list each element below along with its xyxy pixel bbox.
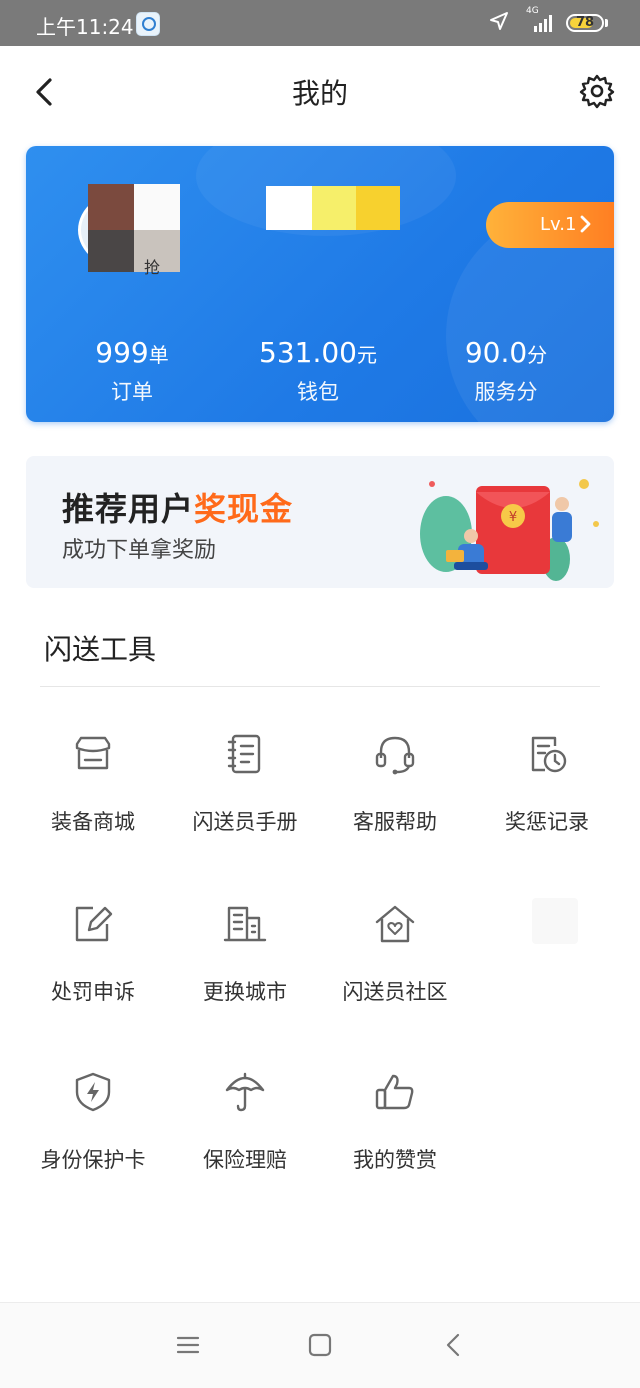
tool-label: 闪送员手册 [192, 810, 298, 834]
tool-label: 闪送员社区 [342, 980, 448, 1004]
avatar-pixel [88, 184, 134, 230]
tool-label: 客服帮助 [353, 810, 437, 834]
tool-label: 更换城市 [203, 980, 287, 1004]
stat-value: 531.00 [259, 336, 357, 369]
home-square-icon[interactable] [304, 1331, 336, 1359]
menu-icon[interactable] [172, 1331, 204, 1359]
store-icon [75, 736, 111, 770]
clock-record-icon [531, 736, 567, 773]
tool-label: 装备商城 [51, 810, 135, 834]
avatar-badge: 抢 [144, 258, 161, 277]
tool-equipment-store[interactable]: 装备商城 [18, 732, 168, 862]
tool-label: 奖惩记录 [505, 810, 589, 834]
tool-customer-service[interactable]: 客服帮助 [320, 732, 470, 862]
stat-unit: 分 [527, 343, 548, 367]
status-time: 上午11:24 [36, 15, 134, 39]
signal-icon [534, 15, 552, 32]
tool-identity-protection-card[interactable]: 身份保护卡 [18, 1070, 168, 1200]
stat-unit: 元 [356, 343, 377, 367]
buildings-icon [223, 906, 267, 942]
home-heart-icon [375, 905, 415, 943]
profile-card: 抢 Lv.1 999单 订单 531.00元 钱包 90.0分 服务分 [26, 146, 614, 422]
stat-label: 钱包 [297, 380, 339, 404]
section-title: 闪送工具 [44, 633, 157, 666]
tool-courier-community[interactable]: 闪送员社区 [320, 902, 470, 1032]
empty-slot [532, 898, 578, 944]
avatar[interactable] [78, 184, 180, 274]
page-title: 我的 [291, 77, 348, 110]
stat-label: 订单 [111, 380, 153, 404]
red-envelope-illustration: ¥ [420, 479, 599, 581]
tool-label: 身份保护卡 [40, 1148, 146, 1172]
system-nav-bar [0, 1302, 640, 1388]
tool-insurance-claims[interactable]: 保险理赔 [170, 1070, 320, 1200]
thumbs-up-icon [375, 1074, 414, 1110]
redaction-block [312, 186, 356, 230]
app-notification-icon [136, 12, 160, 36]
level-badge-button[interactable]: Lv.1 [486, 202, 614, 248]
status-bar: 上午11:24 4G 78 [0, 0, 640, 46]
battery-icon: 78 [566, 14, 604, 32]
stat-wallet[interactable]: 531.00元 钱包 [228, 336, 408, 406]
battery-level: 78 [575, 15, 595, 30]
headset-icon [375, 736, 415, 775]
notebook-icon [227, 734, 261, 774]
back-triangle-icon[interactable] [438, 1331, 470, 1359]
umbrella-icon [225, 1072, 265, 1112]
stat-unit: 单 [148, 343, 169, 367]
tool-change-city[interactable]: 更换城市 [170, 902, 320, 1032]
stat-label: 服务分 [474, 380, 538, 404]
level-label: Lv.1 [540, 214, 577, 235]
gear-icon[interactable] [578, 72, 616, 110]
promo-subtitle: 成功下单拿奖励 [62, 538, 217, 563]
tool-label: 处罚申诉 [51, 980, 135, 1004]
promo-title-prefix: 推荐用户 [62, 490, 195, 528]
section-divider [40, 686, 600, 687]
tool-label: 我的赞赏 [353, 1148, 437, 1172]
title-bar: 我的 [0, 46, 640, 138]
stat-service-score[interactable]: 90.0分 服务分 [416, 336, 596, 406]
battery-tip [605, 19, 608, 27]
edit-icon [75, 906, 113, 942]
stat-value: 90.0 [464, 336, 528, 369]
promo-title-highlight: 奖现金 [194, 490, 294, 528]
username-redacted [266, 186, 400, 230]
tool-reward-penalty-records[interactable]: 奖惩记录 [472, 732, 622, 862]
avatar-pixel [88, 230, 134, 272]
tool-courier-handbook[interactable]: 闪送员手册 [170, 732, 320, 862]
location-arrow-icon [490, 12, 508, 30]
avatar-pixel [134, 184, 180, 230]
referral-promo-banner[interactable]: 推荐用户奖现金 成功下单拿奖励 ¥ [26, 456, 614, 588]
tool-my-appreciation[interactable]: 我的赞赏 [320, 1070, 470, 1200]
redaction-block [266, 186, 312, 230]
chevron-right-icon [580, 215, 591, 233]
stat-value: 999 [95, 336, 149, 369]
redaction-block [356, 186, 400, 230]
shield-lightning-icon [75, 1072, 111, 1112]
stat-orders[interactable]: 999单 订单 [42, 336, 222, 406]
tool-penalty-appeal[interactable]: 处罚申诉 [18, 902, 168, 1032]
svg-text:¥: ¥ [509, 510, 517, 525]
tool-label: 保险理赔 [203, 1148, 287, 1172]
promo-title: 推荐用户奖现金 [62, 484, 293, 530]
